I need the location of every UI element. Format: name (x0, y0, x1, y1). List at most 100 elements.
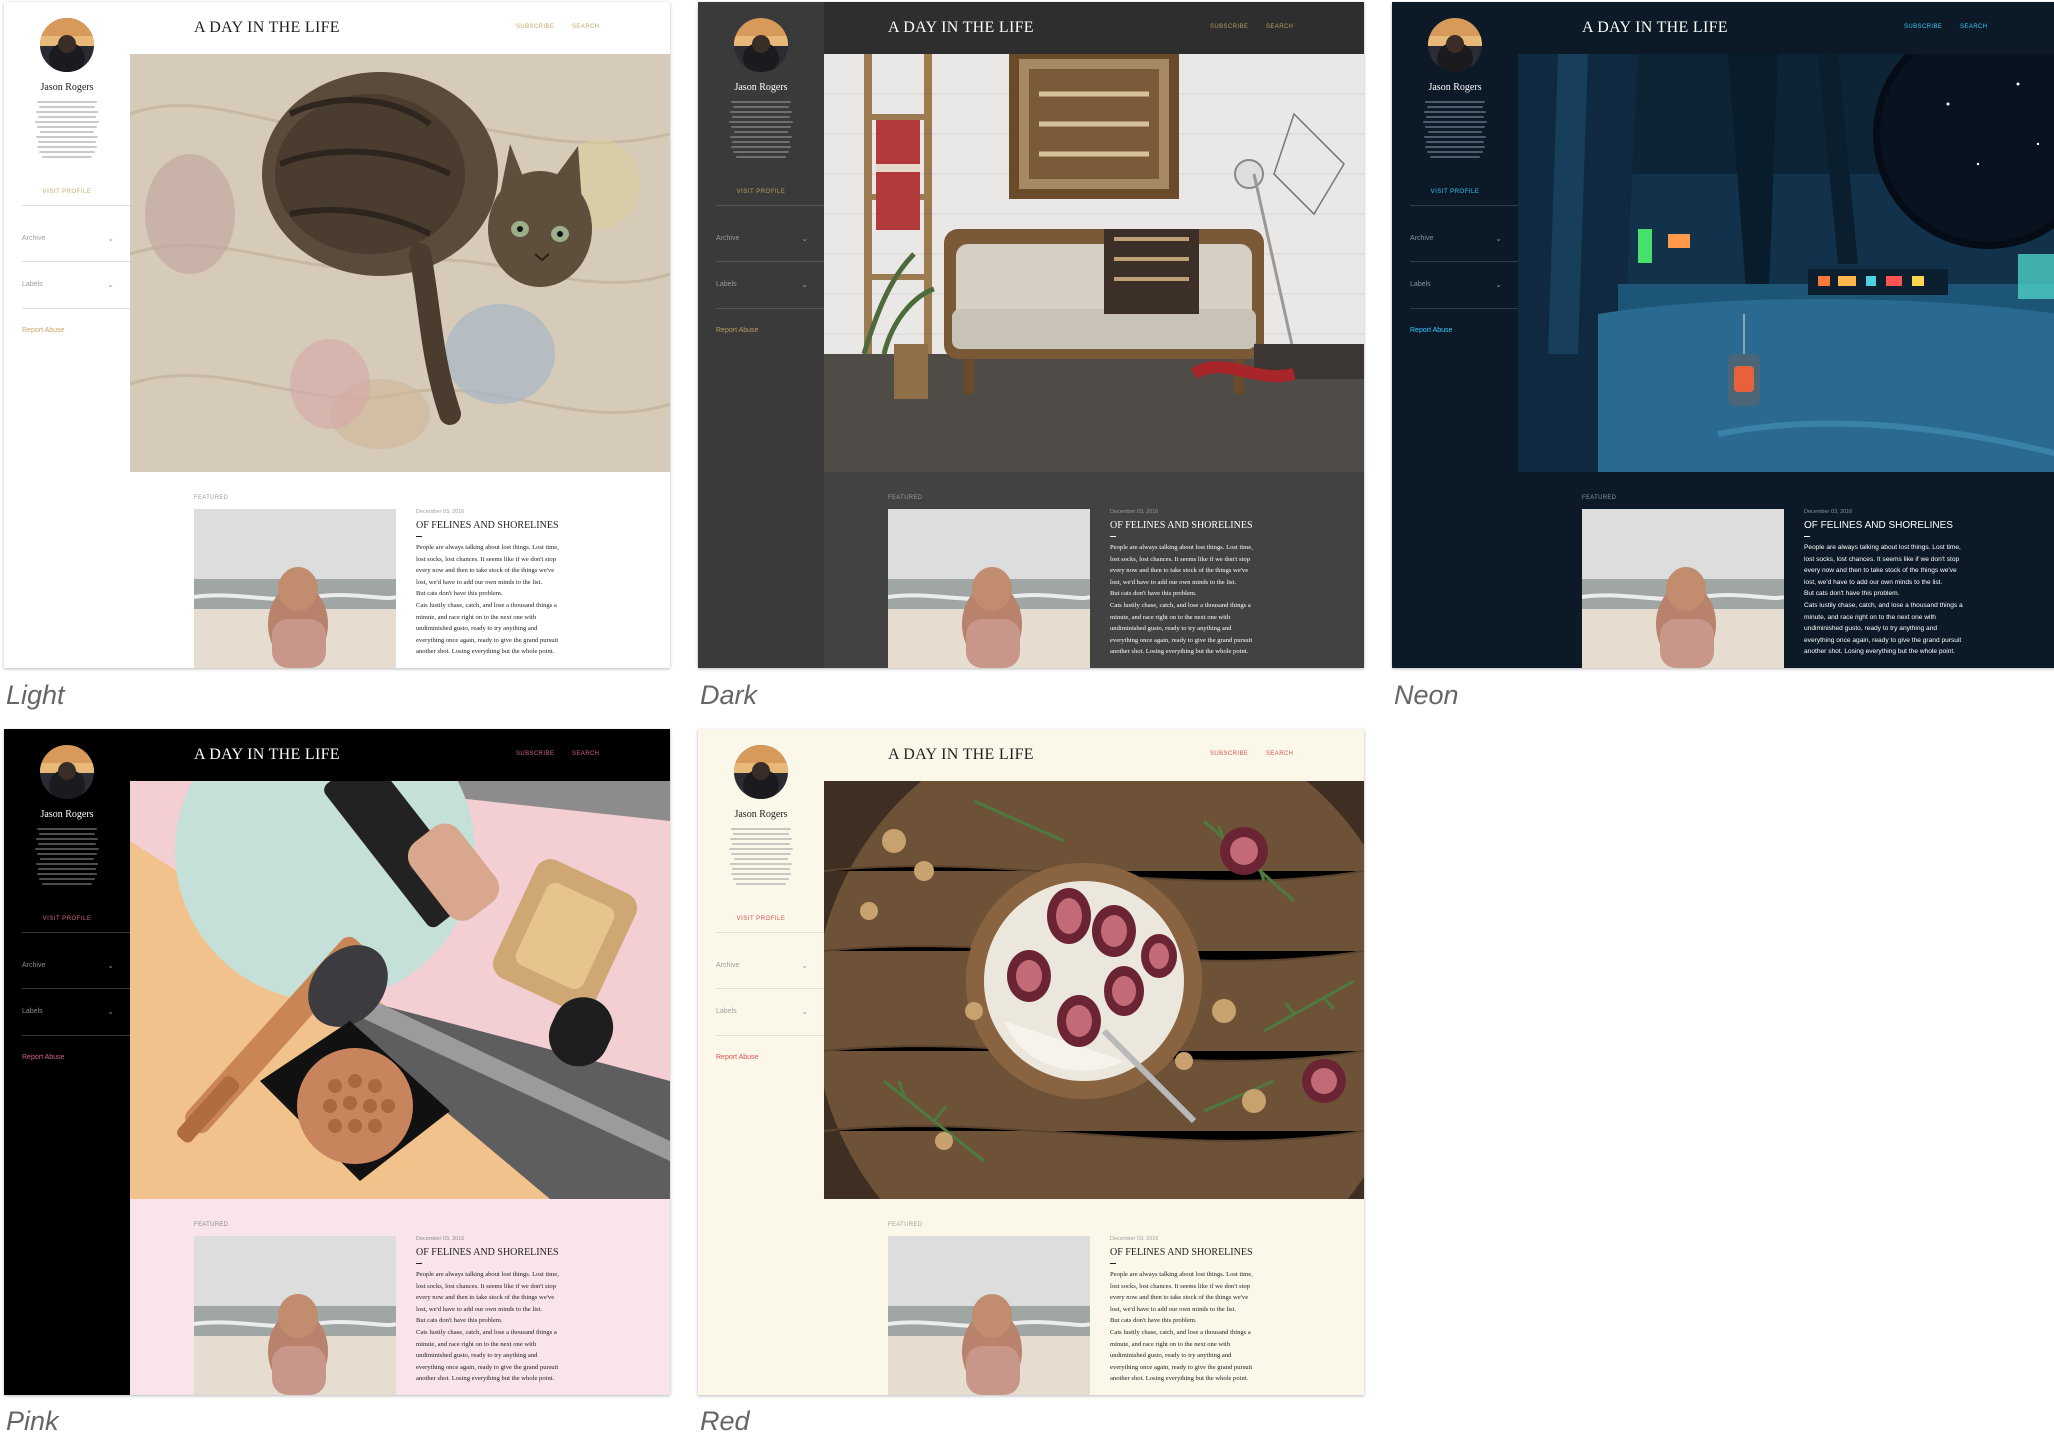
sidebar-divider (716, 988, 824, 989)
hero-image[interactable] (824, 54, 1364, 472)
archive-dropdown[interactable]: Archive ⌄ (716, 234, 808, 243)
avatar[interactable] (734, 18, 788, 72)
report-abuse-link[interactable]: Report Abuse (716, 1054, 758, 1061)
post-text-line: another shot. Losing everything but the … (1110, 648, 1249, 656)
archive-label: Archive (716, 235, 740, 242)
report-abuse-link[interactable]: Report Abuse (22, 327, 64, 334)
author-bio (28, 825, 106, 888)
subscribe-link[interactable]: SUBSCRIBE (1210, 24, 1248, 30)
post-title[interactable]: OF FELINES AND SHORELINES (1110, 1247, 1253, 1258)
subscribe-link[interactable]: SUBSCRIBE (516, 24, 554, 30)
avatar[interactable] (1428, 18, 1482, 72)
blog-title[interactable]: A DAY IN THE LIFE (1582, 19, 1728, 37)
title-underline (1110, 536, 1116, 537)
post-text-line: But cats don't have this problem. (1110, 590, 1197, 598)
search-link[interactable]: SEARCH (1266, 24, 1293, 30)
labels-dropdown[interactable]: Labels ⌄ (22, 280, 114, 289)
labels-dropdown[interactable]: Labels ⌄ (716, 280, 808, 289)
sidebar: Jason Rogers VISIT PROFILE Archive ⌄ Lab… (1392, 2, 1518, 668)
report-abuse-link[interactable]: Report Abuse (22, 1054, 64, 1061)
post-text-line: minute, and race right on to the next on… (416, 1340, 537, 1348)
visit-profile-link[interactable]: VISIT PROFILE (4, 189, 130, 195)
featured-post-thumbnail[interactable] (888, 1236, 1090, 1395)
blog-title[interactable]: A DAY IN THE LIFE (888, 19, 1034, 37)
sidebar: Jason Rogers VISIT PROFILE Archive ⌄ Lab… (698, 2, 824, 668)
hero-cat-photo (130, 54, 670, 472)
theme-preview-pink[interactable]: Jason Rogers VISIT PROFILE Archive ⌄ Lab… (4, 729, 670, 1395)
post-text-line: everything once again, ready to give the… (416, 636, 559, 644)
archive-dropdown[interactable]: Archive ⌄ (1410, 234, 1502, 243)
featured-post-thumbnail[interactable] (1582, 509, 1784, 668)
title-underline (1804, 536, 1810, 537)
archive-label: Archive (22, 962, 46, 969)
post-text-line: But cats don't have this problem. (1110, 1317, 1197, 1325)
visit-profile-link[interactable]: VISIT PROFILE (1392, 189, 1518, 195)
hero-image[interactable] (130, 781, 670, 1199)
blog-header: A DAY IN THE LIFE SUBSCRIBE SEARCH (824, 2, 1364, 54)
hero-image[interactable] (1518, 54, 2054, 472)
archive-dropdown[interactable]: Archive ⌄ (22, 234, 114, 243)
post-title[interactable]: OF FELINES AND SHORELINES (1804, 520, 1953, 531)
theme-preview-light[interactable]: Jason Rogers VISIT PROFILE Archive ⌄ Lab… (4, 2, 670, 668)
search-link[interactable]: SEARCH (572, 751, 599, 757)
sidebar-divider (22, 1035, 130, 1036)
theme-preview-neon[interactable]: Jason Rogers VISIT PROFILE Archive ⌄ Lab… (1392, 2, 2054, 668)
hero-fig-tart-photo (824, 781, 1364, 1199)
subscribe-link[interactable]: SUBSCRIBE (1904, 24, 1942, 30)
featured-post-thumbnail[interactable] (194, 1236, 396, 1395)
post-text-line: lost, we'd have to add our own minds to … (1110, 1305, 1237, 1313)
post-excerpt: People are always talking about lost thi… (1110, 1269, 1298, 1385)
blog-title[interactable]: A DAY IN THE LIFE (194, 19, 340, 37)
search-link[interactable]: SEARCH (572, 24, 599, 30)
chevron-down-icon: ⌄ (1495, 234, 1502, 243)
post-text-line: minute, and race right on to the next on… (416, 613, 537, 621)
avatar[interactable] (40, 745, 94, 799)
visit-profile-link[interactable]: VISIT PROFILE (4, 916, 130, 922)
blog-title[interactable]: A DAY IN THE LIFE (888, 746, 1034, 764)
post-text-line: But cats don't have this problem. (416, 590, 503, 598)
featured-post-thumbnail[interactable] (194, 509, 396, 668)
theme-caption-light: Light (6, 680, 65, 710)
blog-header: A DAY IN THE LIFE SUBSCRIBE SEARCH (130, 729, 670, 781)
post-title[interactable]: OF FELINES AND SHORELINES (416, 1247, 559, 1258)
report-abuse-link[interactable]: Report Abuse (716, 327, 758, 334)
avatar[interactable] (40, 18, 94, 72)
labels-dropdown[interactable]: Labels ⌄ (22, 1007, 114, 1016)
search-link[interactable]: SEARCH (1266, 751, 1293, 757)
post-text-line: People are always talking about lost thi… (416, 1271, 559, 1278)
theme-caption-pink: Pink (6, 1406, 59, 1436)
author-bio (722, 825, 800, 888)
featured-post-thumbnail[interactable] (888, 509, 1090, 668)
hero-cosmetics-photo (130, 781, 670, 1199)
search-link[interactable]: SEARCH (1960, 24, 1987, 30)
chevron-down-icon: ⌄ (107, 280, 114, 289)
report-abuse-link[interactable]: Report Abuse (1410, 327, 1452, 334)
hero-image[interactable] (824, 781, 1364, 1199)
blog-header: A DAY IN THE LIFE SUBSCRIBE SEARCH (1518, 2, 2054, 54)
post-title[interactable]: OF FELINES AND SHORELINES (1110, 520, 1253, 531)
sidebar-divider (22, 988, 130, 989)
avatar[interactable] (734, 745, 788, 799)
theme-preview-dark[interactable]: Jason Rogers VISIT PROFILE Archive ⌄ Lab… (698, 2, 1364, 668)
visit-profile-link[interactable]: VISIT PROFILE (698, 916, 824, 922)
blog-title[interactable]: A DAY IN THE LIFE (194, 746, 340, 764)
archive-dropdown[interactable]: Archive ⌄ (716, 961, 808, 970)
hero-image[interactable] (130, 54, 670, 472)
labels-dropdown[interactable]: Labels ⌄ (716, 1007, 808, 1016)
post-text-line: another shot. Losing everything but the … (416, 648, 555, 656)
labels-dropdown[interactable]: Labels ⌄ (1410, 280, 1502, 289)
theme-caption-red: Red (700, 1406, 750, 1436)
sidebar: Jason Rogers VISIT PROFILE Archive ⌄ Lab… (4, 729, 130, 1395)
post-excerpt: People are always talking about lost thi… (1110, 542, 1298, 658)
featured-label: FEATURED (888, 1222, 923, 1228)
archive-label: Archive (716, 962, 740, 969)
archive-dropdown[interactable]: Archive ⌄ (22, 961, 114, 970)
subscribe-link[interactable]: SUBSCRIBE (1210, 751, 1248, 757)
post-date: December 03, 2016 (416, 509, 465, 515)
sidebar-divider (716, 205, 824, 206)
post-title[interactable]: OF FELINES AND SHORELINES (416, 520, 559, 531)
subscribe-link[interactable]: SUBSCRIBE (516, 751, 554, 757)
visit-profile-link[interactable]: VISIT PROFILE (698, 189, 824, 195)
theme-preview-red[interactable]: Jason Rogers VISIT PROFILE Archive ⌄ Lab… (698, 729, 1364, 1395)
labels-label: Labels (716, 281, 737, 288)
